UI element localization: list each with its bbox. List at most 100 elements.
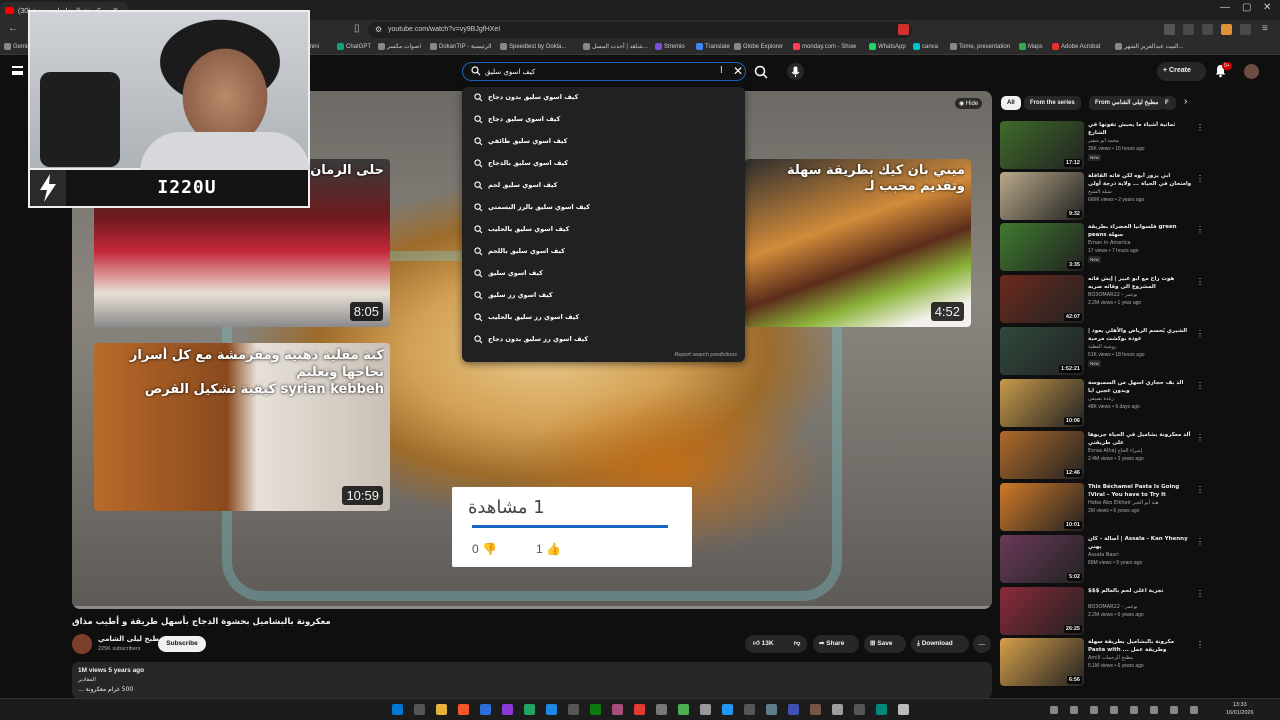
system-tray-icon[interactable] (1170, 706, 1178, 714)
back-icon[interactable]: ← (8, 23, 18, 34)
more-options-icon[interactable]: ⋮ (1196, 329, 1204, 338)
channel-name[interactable]: Esraa Alhaj إسراء الحاج (1088, 448, 1142, 454)
share-button[interactable]: ➦ Share (813, 635, 859, 653)
taskbar-app-icon[interactable] (656, 704, 667, 715)
hamburger-menu-icon[interactable] (12, 66, 23, 75)
search-suggestion[interactable]: كيف اسوي سليق بدون دجاج (462, 87, 745, 109)
hide-endscreen-button[interactable]: ◉ Hide (955, 98, 983, 109)
bookmark-item[interactable]: Speedtest by Ookla... (500, 43, 566, 50)
bookmark-item[interactable]: WhatsApp (869, 43, 906, 50)
channel-name[interactable]: Amill مطبخ الرحمات (1088, 655, 1133, 661)
video-title[interactable]: هوت راح مع ابو عبير | إيش فاته المشروع ا… (1088, 275, 1192, 291)
bookmark-item[interactable]: Tome, presentation (950, 43, 1010, 50)
player-progress-bar[interactable] (72, 606, 992, 609)
taskbar-app-icon[interactable] (634, 704, 645, 715)
channel-avatar[interactable] (72, 634, 92, 654)
taskbar-app-icon[interactable] (678, 704, 689, 715)
video-thumbnail[interactable]: 42:07 (1000, 275, 1084, 323)
system-clock[interactable]: 13:33 16/01/2026 (1226, 701, 1254, 717)
account-avatar[interactable] (1244, 64, 1259, 79)
vpn-icon[interactable] (1221, 24, 1232, 35)
bookmark-item[interactable]: DokanTIP - الرئيسية (430, 43, 492, 50)
more-options-icon[interactable]: ⋮ (1196, 123, 1204, 132)
taskbar-app-icon[interactable] (832, 704, 843, 715)
taskbar-app-icon[interactable] (480, 704, 491, 715)
search-suggestion[interactable]: كيف اسوي سليق طائفي (462, 131, 745, 153)
video-title[interactable]: مكرونة بالبشاميل بطريقة سهلة وطريقة عمل … (1088, 638, 1192, 654)
video-thumbnail[interactable]: 10:06 (1000, 379, 1084, 427)
video-title[interactable]: الذ بف حجازي اسهل من السمبوسة وبدون عجين… (1088, 379, 1192, 395)
bookmark-item[interactable]: شاهد | أحدث المسل... (583, 43, 648, 50)
channel-name[interactable]: روشنة الفطبة (1088, 344, 1117, 350)
recommended-video[interactable]: 17:12 ثمانية أشياء ما يحبش تفوتها في الشا… (1000, 121, 1270, 171)
bookmark-item[interactable]: Adobe Acrobat (1052, 43, 1100, 50)
video-thumbnail[interactable]: 6:56 (1000, 638, 1084, 686)
video-title[interactable]: الشيري يُحسم الرياض والأهلي يعود | عودة … (1088, 327, 1192, 343)
taskbar-app-icon[interactable] (898, 704, 909, 715)
sidebar-icon[interactable] (1164, 24, 1175, 35)
channel-name[interactable]: شيلة الشيخ (1088, 189, 1112, 195)
search-suggestion[interactable]: كيف اسوي سليق (462, 263, 745, 285)
search-button[interactable] (752, 63, 770, 81)
subscribe-button[interactable]: Subscribe (158, 636, 206, 652)
taskbar-app-icon[interactable] (876, 704, 887, 715)
system-tray-icon[interactable] (1090, 706, 1098, 714)
bookmark-item[interactable]: Stremio (655, 43, 685, 50)
video-thumbnail[interactable]: 1:52:21 (1000, 327, 1084, 375)
recommended-video[interactable]: 1:52:21 الشيري يُحسم الرياض والأهلي يعود … (1000, 327, 1270, 377)
chips-next-icon[interactable]: › (1184, 96, 1187, 107)
dislike-button[interactable]: 👎︎ (785, 635, 809, 653)
clear-search-icon[interactable]: ✕ (733, 64, 743, 78)
search-suggestion[interactable]: كيف اسوي سليق لحم (462, 175, 745, 197)
recommended-video[interactable]: 3:35 green فلسوانيا الخضراء بطريقة سهلة p… (1000, 223, 1270, 273)
bookmark-item[interactable]: canva (913, 43, 938, 50)
video-title[interactable]: ابي يزور أبوه لكن فاته القافلة وامتحان ف… (1088, 172, 1192, 188)
taskbar-app-icon[interactable] (502, 704, 513, 715)
search-suggestion[interactable]: كيف اسوي سليق دجاج (462, 109, 745, 131)
search-suggestion[interactable]: كيف اسوي رز سليق بالحليب (462, 307, 745, 329)
video-title[interactable]: ألذ معكرونة بشاميل في الحياة جربوها على … (1088, 431, 1192, 447)
system-tray-icon[interactable] (1050, 706, 1058, 714)
video-thumbnail[interactable]: 12:46 (1000, 431, 1084, 479)
recommended-video[interactable]: 26:25 تجربة اغلى لحم بالعالم $$$ BO3OMAR22… (1000, 587, 1270, 637)
taskbar-app-icon[interactable] (612, 704, 623, 715)
create-button[interactable]: + Create (1157, 62, 1206, 81)
bookmark-item[interactable]: Translate (696, 43, 730, 50)
wallet-icon[interactable] (1202, 24, 1213, 35)
taskbar-app-icon[interactable] (766, 704, 777, 715)
taskbar-app-icon[interactable] (722, 704, 733, 715)
taskbar-brave-icon[interactable] (458, 704, 469, 715)
channel-name[interactable]: Heba Abo Elkheir هبة أبو الخير (1088, 500, 1158, 506)
more-options-icon[interactable]: ⋮ (1196, 174, 1204, 183)
close-window-icon[interactable]: ✕ (1263, 2, 1271, 13)
chip-more[interactable]: F (1162, 96, 1176, 110)
save-button[interactable]: ⊞ Save (864, 635, 906, 653)
video-title[interactable]: green فلسوانيا الخضراء بطريقة سهلة peans (1088, 223, 1192, 239)
taskbar-app-icon[interactable] (788, 704, 799, 715)
bookmark-item[interactable]: monday.com - Show (793, 43, 856, 50)
recommended-video[interactable]: 5:02 Assala - Kan Yhenny | أصالة - كان يه… (1000, 535, 1270, 585)
chip-from-series[interactable]: From the series (1024, 96, 1081, 110)
channel-name[interactable]: BO3OMAR22 - بوعمر (1088, 604, 1138, 610)
channel-name[interactable]: مطبخ ليلى الشامي (98, 635, 164, 643)
search-suggestion[interactable]: كيف اسوي رز سليق (462, 285, 745, 307)
channel-name[interactable]: رغدة نصيفي (1088, 396, 1114, 402)
system-tray-icon[interactable] (1190, 706, 1198, 714)
extension-icon[interactable] (1183, 24, 1194, 35)
more-options-icon[interactable]: ⋮ (1196, 537, 1204, 546)
minimize-icon[interactable]: — (1220, 2, 1230, 13)
recommended-video[interactable]: 9:32 ابي يزور أبوه لكن فاته القافلة وامتح… (1000, 172, 1270, 222)
search-suggestion[interactable]: كيف اسوي سليق بالحليب (462, 219, 745, 241)
channel-name[interactable]: Assala Nasri (1088, 552, 1119, 558)
chip-all[interactable]: All (1001, 96, 1021, 110)
downloads-icon[interactable] (1240, 24, 1251, 35)
recommended-video[interactable]: 12:46 ألذ معكرونة بشاميل في الحياة جربوها… (1000, 431, 1270, 481)
system-tray-icon[interactable] (1150, 706, 1158, 714)
video-title[interactable]: ثمانية أشياء ما يحبش تفوتها في الشارع (1088, 121, 1192, 137)
search-suggestion[interactable]: كيف اسوي رز سليق بدون دجاج (462, 329, 745, 351)
video-thumbnail[interactable]: 26:25 (1000, 587, 1084, 635)
channel-name[interactable]: محمد ابو شقير (1088, 138, 1119, 144)
voice-search-button[interactable] (787, 63, 804, 80)
system-tray-icon[interactable] (1110, 706, 1118, 714)
more-options-icon[interactable]: ⋮ (1196, 485, 1204, 494)
